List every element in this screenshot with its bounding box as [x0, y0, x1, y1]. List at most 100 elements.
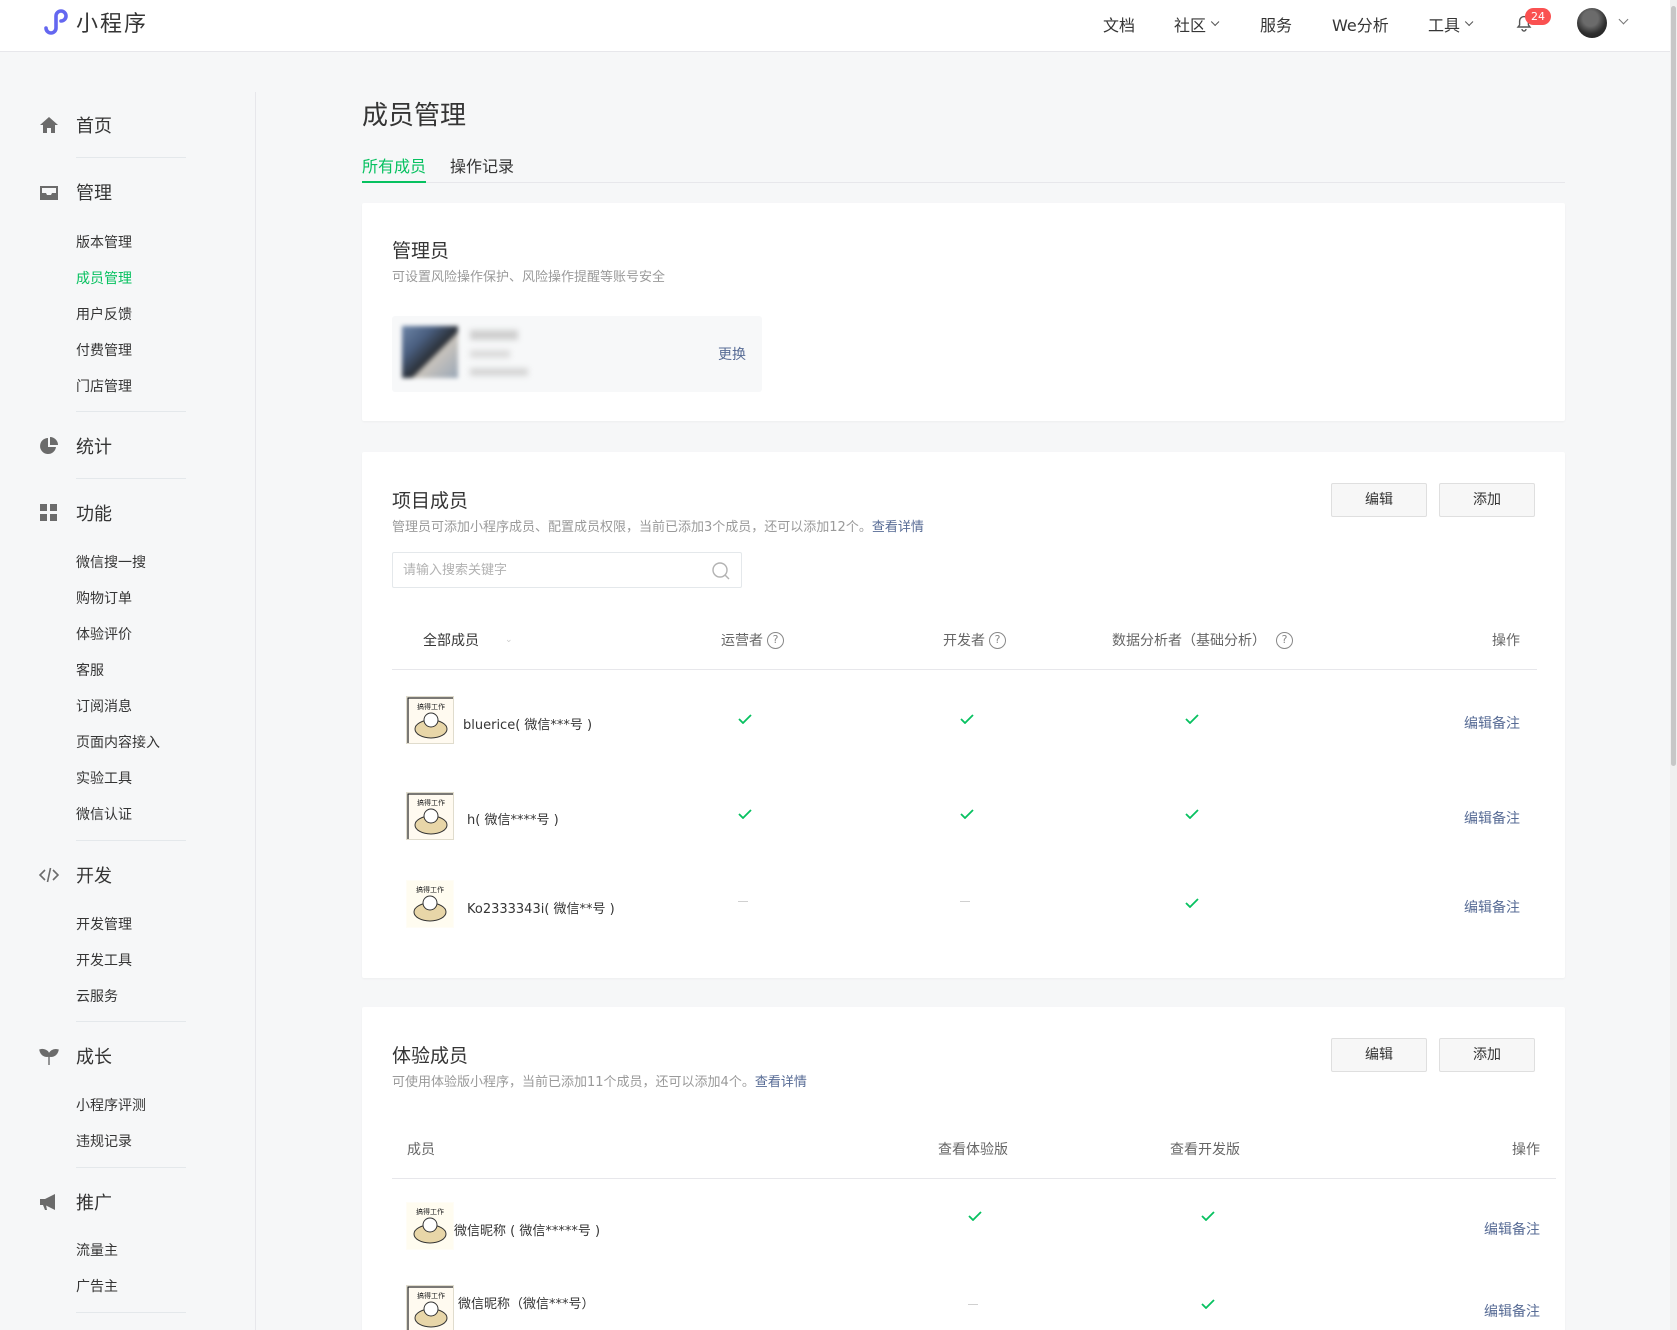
sidebar-item-stores[interactable]: 门店管理 — [76, 377, 132, 397]
admin-id-blurred — [470, 350, 510, 358]
nav-tools[interactable]: 工具 — [1428, 12, 1474, 36]
nav-services[interactable]: 服务 — [1260, 12, 1292, 36]
member-name: 微信昵称 ( 微信*****号 ) — [454, 1224, 601, 1239]
search-input[interactable] — [403, 553, 693, 587]
sidebar-divider — [76, 478, 186, 479]
col-actions: 操作 — [1492, 633, 1520, 649]
check-icon — [738, 809, 752, 819]
check-icon — [960, 809, 974, 819]
project-members-title: 项目成员 — [392, 490, 469, 512]
svg-text:搞得工作: 搞得工作 — [417, 1291, 445, 1300]
no-permission-dash — [960, 901, 970, 902]
project-details-link[interactable]: 查看详情 — [872, 520, 924, 535]
sidebar-section-promotion[interactable]: 推广 — [38, 1187, 112, 1217]
add-experience-member-button[interactable]: 添加 — [1439, 1038, 1535, 1072]
sidebar-divider — [76, 1021, 186, 1022]
tab-operation-log[interactable]: 操作记录 — [450, 153, 514, 183]
project-members-desc: 管理员可添加小程序成员、配置成员权限，当前已添加3个成员，还可以添加12个。查看… — [392, 520, 924, 535]
admin-desc: 可设置风险操作保护、风险操作提醒等账号安全 — [392, 270, 666, 285]
col-member: 成员 — [407, 1142, 435, 1158]
sidebar-item-violations[interactable]: 违规记录 — [76, 1132, 132, 1152]
notification-badge: 24 — [1525, 8, 1551, 25]
sprout-icon — [39, 1048, 59, 1065]
edit-project-members-button[interactable]: 编辑 — [1331, 483, 1427, 517]
nav-we-analytics[interactable]: We分析 — [1332, 12, 1389, 36]
sidebar-divider — [76, 1167, 186, 1168]
sidebar-item-evaluation[interactable]: 小程序评测 — [76, 1096, 146, 1116]
grid-icon — [40, 504, 57, 521]
inbox-icon — [40, 186, 58, 200]
sidebar-section-manage[interactable]: 管理 — [38, 177, 112, 207]
member-name: h( 微信****号 ) — [467, 813, 559, 828]
edit-experience-members-button[interactable]: 编辑 — [1331, 1038, 1427, 1072]
sidebar-section-stats[interactable]: 统计 — [38, 431, 112, 461]
sidebar-item-reviews[interactable]: 体验评价 — [76, 625, 132, 645]
scrollbar-thumb[interactable] — [1671, 6, 1676, 766]
admin-card: 管理员 可设置风险操作保护、风险操作提醒等账号安全 更换 — [362, 203, 1565, 421]
nav-community[interactable]: 社区 — [1174, 12, 1220, 36]
sidebar-section-features[interactable]: 功能 — [38, 498, 112, 528]
sidebar-item-feedback[interactable]: 用户反馈 — [76, 305, 132, 325]
edit-remark-link[interactable]: 编辑备注 — [1464, 897, 1520, 917]
sidebar-item-dev-manage[interactable]: 开发管理 — [76, 915, 132, 935]
table-divider — [392, 1178, 1556, 1179]
search-icon[interactable] — [711, 561, 731, 581]
help-icon[interactable]: ? — [1276, 631, 1293, 649]
member-name: Ko2333343i( 微信**号 ) — [467, 902, 615, 917]
sidebar-section-growth[interactable]: 成长 — [38, 1041, 112, 1071]
sidebar-item-version[interactable]: 版本管理 — [76, 233, 132, 253]
sidebar-item-verification[interactable]: 微信认证 — [76, 805, 132, 825]
sidebar-item-subscriptions[interactable]: 订阅消息 — [76, 697, 132, 717]
experience-details-link[interactable]: 查看详情 — [755, 1075, 807, 1090]
check-icon — [960, 714, 974, 724]
svg-text:搞得工作: 搞得工作 — [417, 702, 445, 711]
chevron-down-icon — [1210, 17, 1220, 27]
sidebar-item-payment[interactable]: 付费管理 — [76, 341, 132, 361]
sidebar-item-members[interactable]: 成员管理 — [76, 269, 132, 289]
add-project-member-button[interactable]: 添加 — [1439, 483, 1535, 517]
col-analyst: 数据分析者（基础分析）? — [1112, 630, 1293, 650]
chevron-down-icon: ⌄ — [505, 635, 513, 645]
chevron-down-icon — [1464, 17, 1474, 27]
tab-all-members[interactable]: 所有成员 — [362, 153, 427, 183]
help-icon[interactable]: ? — [767, 631, 784, 649]
page-title: 成员管理 — [362, 101, 467, 131]
table-divider — [392, 669, 1537, 670]
project-members-card: 项目成员 管理员可添加小程序成员、配置成员权限，当前已添加3个成员，还可以添加1… — [362, 452, 1565, 978]
sidebar-item-advertiser[interactable]: 广告主 — [76, 1277, 118, 1297]
code-icon — [38, 867, 60, 883]
check-icon — [1201, 1299, 1215, 1309]
sidebar-item-traffic-owner[interactable]: 流量主 — [76, 1241, 118, 1261]
col-all-members[interactable]: 全部成员 ⌄ — [423, 630, 513, 650]
sidebar-item-customer-service[interactable]: 客服 — [76, 661, 104, 681]
col-view-dev: 查看开发版 — [1170, 1142, 1240, 1158]
no-permission-dash — [738, 901, 748, 902]
admin-extra-blurred — [470, 368, 528, 376]
user-avatar[interactable] — [1577, 8, 1607, 38]
edit-remark-link[interactable]: 编辑备注 — [1464, 713, 1520, 733]
member-search — [392, 552, 742, 588]
check-icon — [1185, 714, 1199, 724]
sidebar-item-page-content[interactable]: 页面内容接入 — [76, 733, 160, 753]
sidebar-item-orders[interactable]: 购物订单 — [76, 589, 132, 609]
megaphone-icon — [40, 1194, 55, 1210]
sidebar-section-dev[interactable]: 开发 — [38, 860, 112, 890]
sidebar-item-wechat-search[interactable]: 微信搜一搜 — [76, 553, 146, 573]
edit-remark-link[interactable]: 编辑备注 — [1484, 1301, 1540, 1321]
sidebar-divider — [76, 1312, 186, 1313]
sidebar-section-home[interactable]: 首页 — [38, 110, 112, 140]
nav-docs[interactable]: 文档 — [1103, 12, 1135, 36]
change-admin-link[interactable]: 更换 — [718, 344, 746, 364]
member-name: 微信昵称（微信***号） — [458, 1297, 595, 1312]
edit-remark-link[interactable]: 编辑备注 — [1464, 808, 1520, 828]
sidebar-item-dev-tools[interactable]: 开发工具 — [76, 951, 132, 971]
edit-remark-link[interactable]: 编辑备注 — [1484, 1219, 1540, 1239]
sidebar-divider — [76, 840, 186, 841]
experience-members-card: 体验成员 可使用体验版小程序，当前已添加11个成员，还可以添加4个。查看详情 编… — [362, 1007, 1565, 1330]
member-avatar: 搞得工作 — [406, 792, 454, 840]
sidebar-item-experiments[interactable]: 实验工具 — [76, 769, 132, 789]
pie-chart-icon — [40, 437, 58, 454]
col-actions: 操作 — [1512, 1142, 1540, 1158]
sidebar-item-cloud[interactable]: 云服务 — [76, 987, 118, 1007]
help-icon[interactable]: ? — [989, 631, 1006, 649]
